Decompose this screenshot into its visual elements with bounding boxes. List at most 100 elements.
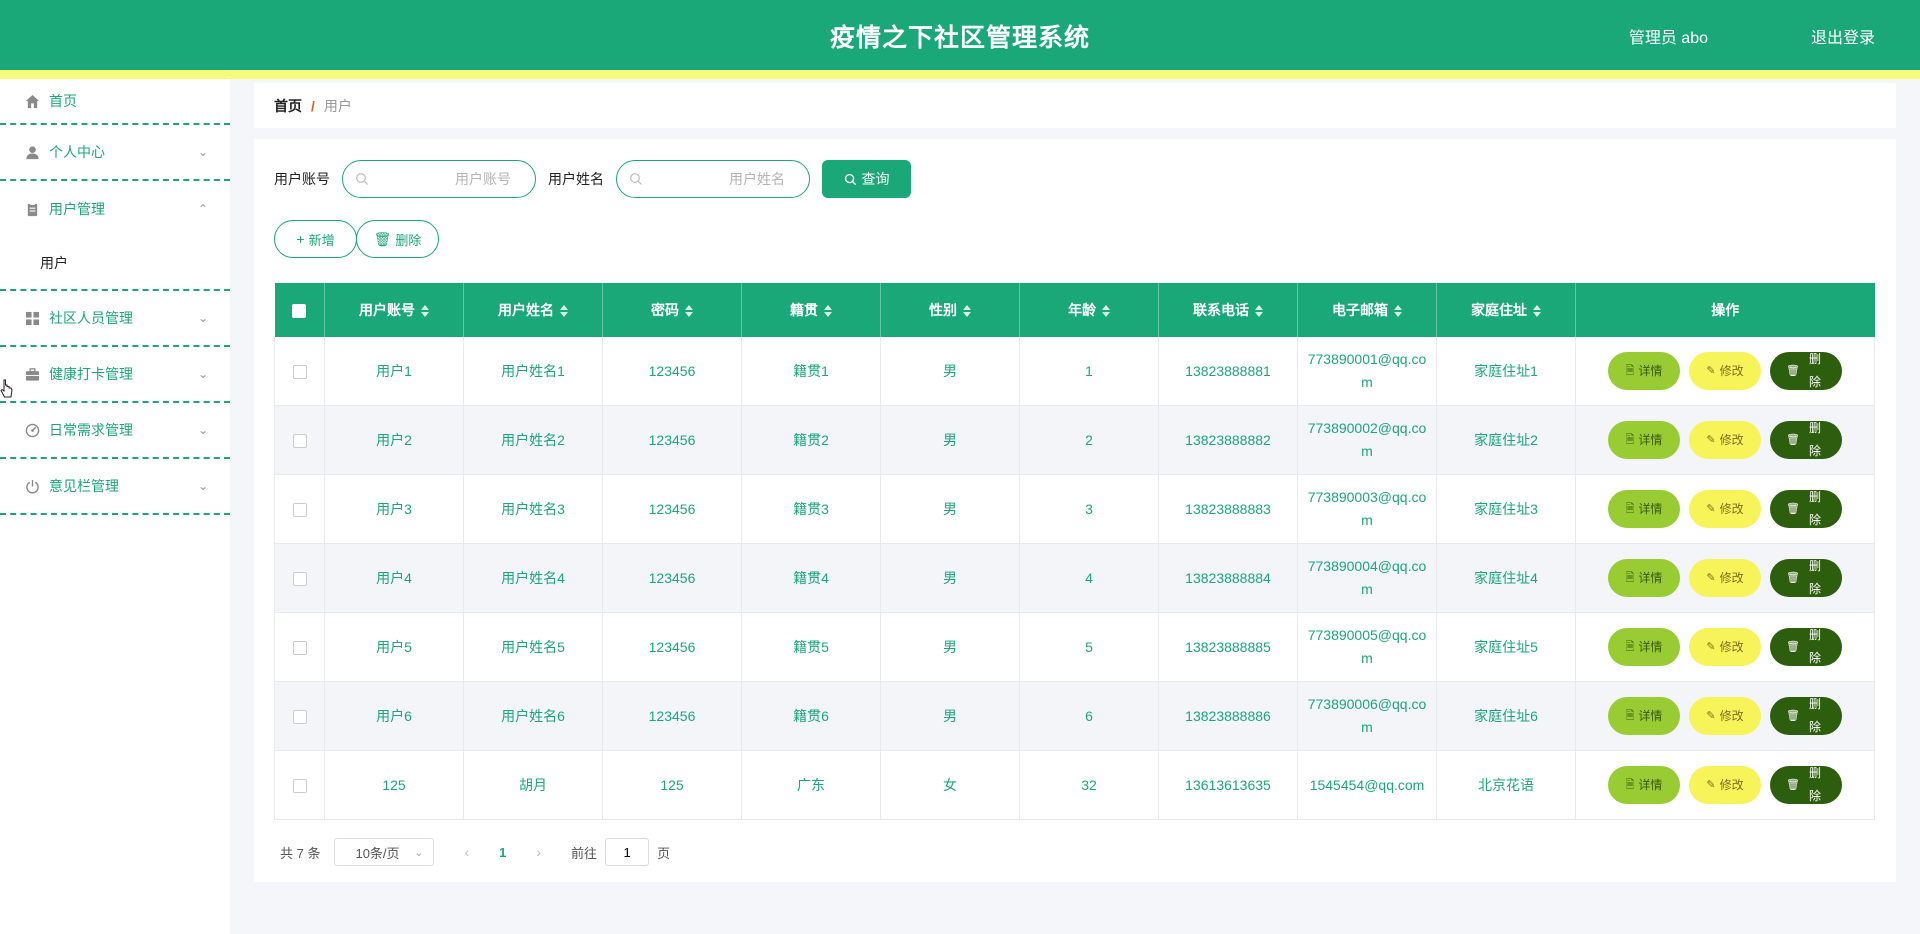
row-checkbox[interactable] <box>292 433 307 448</box>
row-checkbox[interactable] <box>292 778 307 793</box>
detail-button[interactable]: 🗎︎ 详情 <box>1608 697 1680 735</box>
delete-button[interactable]: 🗑︎ 删除 <box>1770 421 1842 459</box>
sidebar-item-health-checkin[interactable]: 健康打卡管理 ⌄ <box>0 347 230 403</box>
column-header[interactable]: 性别 <box>880 283 1020 337</box>
column-header[interactable]: 密码 <box>602 283 742 337</box>
account-search-input[interactable] <box>369 170 513 188</box>
delete-button[interactable]: 🗑︎ 删除 <box>1770 697 1842 735</box>
row-actions-cell: 🗎︎ 详情 ✎ 修改 🗑︎ 删除 <box>1575 337 1875 406</box>
name-search-box <box>616 160 810 198</box>
detail-button[interactable]: 🗎︎ 详情 <box>1608 559 1680 597</box>
row-checkbox[interactable] <box>292 571 307 586</box>
table-cell: 家庭住址4 <box>1436 543 1576 613</box>
detail-button[interactable]: 🗎︎ 详情 <box>1608 490 1680 528</box>
sidebar-item-label: 健康打卡管理 <box>49 366 133 382</box>
sort-icon[interactable] <box>1394 305 1402 318</box>
sort-icon[interactable] <box>1533 305 1541 318</box>
detail-label: 详情 <box>1638 708 1663 723</box>
select-all-checkbox[interactable] <box>292 304 307 319</box>
edit-button[interactable]: ✎ 修改 <box>1689 559 1761 597</box>
name-search-input[interactable] <box>643 170 787 188</box>
table-cell: 女 <box>880 750 1020 820</box>
breadcrumb-home[interactable]: 首页 <box>274 96 302 116</box>
delete-button[interactable]: 🗑︎ 删除 <box>1770 490 1842 528</box>
detail-button[interactable]: 🗎︎ 详情 <box>1608 628 1680 666</box>
edit-button[interactable]: ✎ 修改 <box>1689 697 1761 735</box>
search-icon <box>629 172 643 186</box>
edit-button[interactable]: ✎ 修改 <box>1689 766 1761 804</box>
delete-button[interactable]: 🗑︎ 删除 <box>1770 766 1842 804</box>
table-cell: 北京花语 <box>1436 750 1576 820</box>
add-button[interactable]: + 新增 <box>274 220 357 258</box>
table-cell: 3 <box>1019 474 1159 544</box>
sidebar-item-label: 用户管理 <box>49 201 105 217</box>
column-header[interactable]: 用户账号 <box>324 283 464 337</box>
column-header[interactable]: 联系电话 <box>1158 283 1298 337</box>
bulk-delete-button[interactable]: 🗑︎ 删除 <box>356 220 439 258</box>
delete-button[interactable]: 🗑︎ 删除 <box>1770 628 1842 666</box>
goto-page-input[interactable] <box>605 838 650 866</box>
table-cell: 男 <box>880 681 1020 751</box>
table-cell: 家庭住址2 <box>1436 405 1576 475</box>
breadcrumb-current: 用户 <box>323 97 352 114</box>
power-icon <box>24 478 40 494</box>
sort-icon[interactable] <box>1102 305 1110 318</box>
column-header[interactable]: 籍贯 <box>741 283 881 337</box>
sort-icon[interactable] <box>421 305 429 318</box>
column-header[interactable]: 电子邮箱 <box>1297 283 1437 337</box>
delete-button[interactable]: 🗑︎ 删除 <box>1770 352 1842 390</box>
edit-button[interactable]: ✎ 修改 <box>1689 490 1761 528</box>
sort-icon[interactable] <box>1255 305 1263 318</box>
row-checkbox[interactable] <box>292 709 307 724</box>
row-checkbox[interactable] <box>292 640 307 655</box>
row-actions-cell: 🗎︎ 详情 ✎ 修改 🗑︎ 删除 <box>1575 474 1875 544</box>
sidebar-item-feedback[interactable]: 意见栏管理 ⌄ <box>0 459 230 515</box>
logout-link[interactable]: 退出登录 <box>1811 24 1875 48</box>
delete-button[interactable]: 🗑︎ 删除 <box>1770 559 1842 597</box>
page-size-select[interactable]: 10条/页 ⌄ <box>334 838 435 866</box>
row-select-cell <box>274 474 325 544</box>
detail-button[interactable]: 🗎︎ 详情 <box>1608 352 1680 390</box>
table-cell: 123456 <box>602 612 742 682</box>
sidebar-item-user-management[interactable]: 用户管理 ⌃ <box>0 181 230 237</box>
table-cell: 男 <box>880 474 1020 544</box>
table-cell: 123456 <box>602 543 742 613</box>
row-actions-cell: 🗎︎ 详情 ✎ 修改 🗑︎ 删除 <box>1575 405 1875 475</box>
sidebar-item-personal-center[interactable]: 个人中心 ⌄ <box>0 125 230 181</box>
table-header-row: 用户账号 用户姓名 密码 籍贯 性别 年龄 联系电话 电子邮箱 家庭住址 操作 <box>274 283 1875 337</box>
sidebar-subitem-users[interactable]: 用户 <box>0 237 230 291</box>
detail-button[interactable]: 🗎︎ 详情 <box>1608 766 1680 804</box>
table-cell: 用户5 <box>324 612 464 682</box>
detail-button[interactable]: 🗎︎ 详情 <box>1608 421 1680 459</box>
table-cell: 1 <box>1019 337 1159 406</box>
column-header[interactable]: 家庭住址 <box>1436 283 1576 337</box>
column-header[interactable]: 年龄 <box>1019 283 1159 337</box>
sidebar-item-home[interactable]: 首页 <box>0 79 230 125</box>
column-header[interactable]: 用户姓名 <box>463 283 603 337</box>
sort-icon[interactable] <box>685 305 693 318</box>
edit-button[interactable]: ✎ 修改 <box>1689 628 1761 666</box>
table-cell: 6 <box>1019 681 1159 751</box>
table-cell: 用户姓名1 <box>463 337 603 406</box>
table-cell: 家庭住址5 <box>1436 612 1576 682</box>
detail-label: 详情 <box>1638 777 1663 792</box>
prev-page-button[interactable]: ‹ <box>464 844 469 860</box>
row-checkbox[interactable] <box>292 502 307 517</box>
table-cell: 用户1 <box>324 337 464 406</box>
delete-button-label: 删除 <box>395 232 422 248</box>
edit-button[interactable]: ✎ 修改 <box>1689 421 1761 459</box>
table-cell: 广东 <box>741 750 881 820</box>
sort-icon[interactable] <box>963 305 971 318</box>
sidebar-item-daily-needs[interactable]: 日常需求管理 ⌄ <box>0 403 230 459</box>
edit-button[interactable]: ✎ 修改 <box>1689 352 1761 390</box>
sort-icon[interactable] <box>824 305 832 318</box>
row-checkbox[interactable] <box>292 364 307 379</box>
query-button[interactable]: 查询 <box>822 160 911 198</box>
delete-label: 删除 <box>1808 697 1821 734</box>
page-number-current[interactable]: 1 <box>499 845 506 860</box>
mouse-pointer-icon <box>0 379 14 402</box>
sidebar-item-community-staff[interactable]: 社区人员管理 ⌄ <box>0 291 230 347</box>
sidebar-item-label: 社区人员管理 <box>49 310 133 326</box>
sort-icon[interactable] <box>560 305 568 318</box>
next-page-button[interactable]: › <box>536 844 541 860</box>
